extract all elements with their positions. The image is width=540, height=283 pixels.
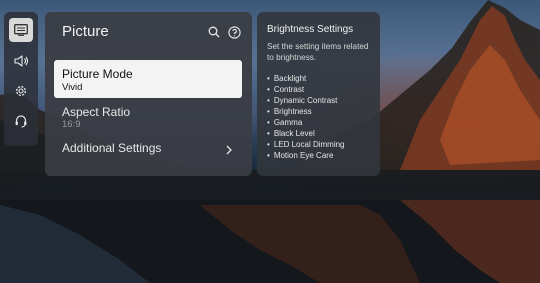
info-title: Brightness Settings [267, 24, 354, 35]
list-item-led-local-dimming: LED Local Dimming [267, 139, 345, 150]
gear-icon [16, 86, 26, 96]
chevron-right-icon [226, 145, 232, 155]
list-item-brightness: Brightness [267, 106, 345, 117]
list-item-black-level: Black Level [267, 128, 345, 139]
menu-item-picture-mode[interactable]: Picture Mode Vivid [54, 60, 242, 98]
list-item-motion-eye-care: Motion Eye Care [267, 150, 345, 161]
search-icon [208, 26, 220, 38]
settings-category-rail [4, 12, 38, 146]
help-icon [227, 25, 241, 39]
picture-settings-icon [14, 24, 28, 36]
picture-mode-label: Picture Mode [62, 67, 133, 81]
menu-item-aspect-ratio[interactable]: Aspect Ratio 16:9 [54, 102, 242, 138]
search-button[interactable] [207, 25, 221, 39]
sound-icon [13, 55, 28, 67]
rail-item-general[interactable] [9, 79, 33, 103]
list-item-gamma: Gamma [267, 117, 345, 128]
list-item-dynamic-contrast: Dynamic Contrast [267, 95, 345, 106]
picture-settings-panel: Picture Picture Mode Vivid Aspect Ratio … [45, 12, 252, 176]
brightness-items-list: Backlight Contrast Dynamic Contrast Brig… [267, 73, 345, 161]
help-button[interactable] [227, 25, 241, 39]
rail-item-sound[interactable] [9, 49, 33, 73]
brightness-info-panel: Brightness Settings Set the setting item… [257, 12, 380, 176]
panel-title: Picture [62, 23, 109, 40]
rail-item-support[interactable] [9, 109, 33, 133]
list-item-backlight: Backlight [267, 73, 345, 84]
picture-mode-value: Vivid [62, 82, 83, 93]
support-headset-icon [15, 115, 27, 128]
aspect-ratio-label: Aspect Ratio [62, 105, 131, 119]
additional-settings-label: Additional Settings [62, 141, 162, 155]
menu-item-additional-settings[interactable]: Additional Settings [54, 139, 242, 163]
list-item-contrast: Contrast [267, 84, 345, 95]
rail-item-picture[interactable] [9, 18, 33, 42]
aspect-ratio-value: 16:9 [62, 119, 81, 130]
info-description: Set the setting items related to brightn… [267, 42, 369, 63]
